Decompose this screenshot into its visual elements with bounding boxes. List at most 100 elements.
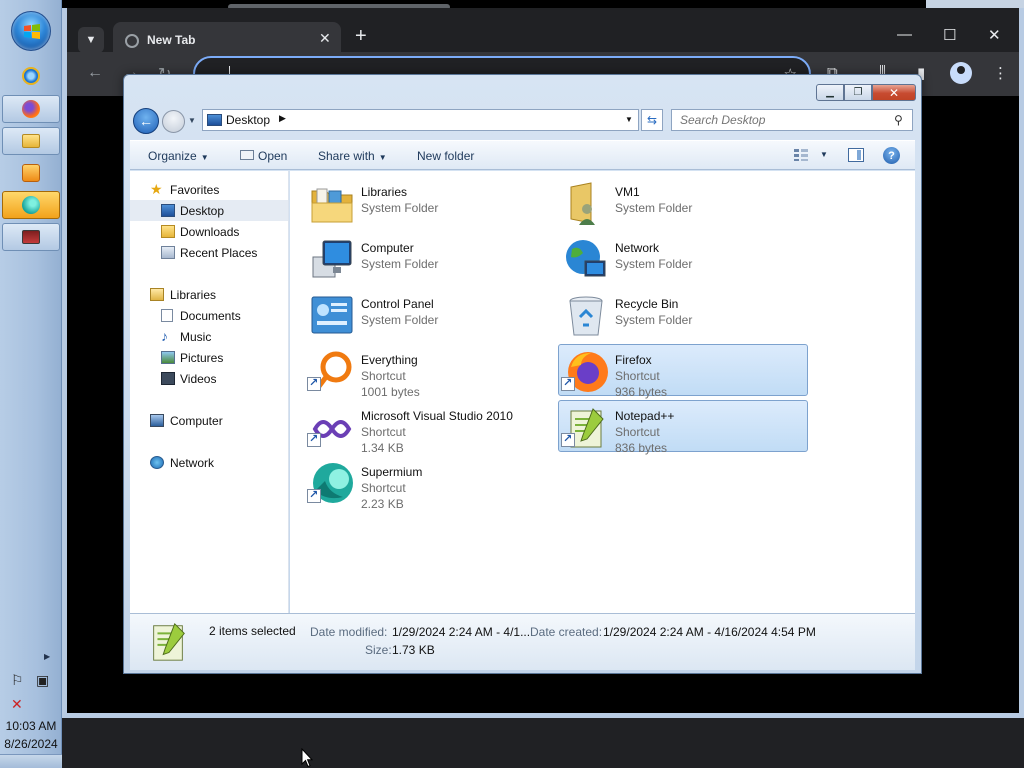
search-desktop-box[interactable]: ⚲: [671, 109, 913, 131]
file-type: System Folder: [361, 313, 439, 327]
open-button[interactable]: Open: [240, 149, 287, 163]
user-folder-icon: [570, 182, 595, 225]
taskbar-firefox[interactable]: [2, 95, 60, 123]
start-button[interactable]: [11, 11, 51, 51]
file-size: 836 bytes: [615, 441, 668, 455]
browser-menu-icon[interactable]: ⋮: [993, 64, 1008, 82]
file-name: Recycle Bin: [615, 297, 679, 311]
file-type: System Folder: [615, 201, 693, 215]
network-tray-icon[interactable]: ▣: [36, 672, 49, 689]
file-name: Everything: [361, 353, 418, 367]
file-item-vm1[interactable]: VM1 System Folder: [558, 176, 808, 228]
recent-places-icon: [161, 246, 175, 259]
explorer-minimize-button[interactable]: ▁: [816, 84, 844, 101]
taskbar-internet-explorer[interactable]: [2, 62, 60, 90]
file-name: Control Panel: [361, 297, 434, 311]
recent-pages-dropdown[interactable]: ▼: [188, 116, 196, 125]
breadcrumb-desktop[interactable]: Desktop: [226, 113, 270, 127]
computer-icon: [312, 240, 352, 278]
file-item-network[interactable]: Network System Folder: [558, 232, 808, 284]
tab-search-button[interactable]: ▼: [78, 27, 104, 53]
file-item-supermium[interactable]: Supermium Shortcut 2.23 KB: [304, 456, 554, 511]
new-tab-button[interactable]: +: [355, 25, 367, 48]
new-folder-button[interactable]: New folder: [417, 149, 474, 163]
file-item-libraries[interactable]: Libraries System Folder: [304, 176, 554, 228]
refresh-icon: ⇆: [646, 113, 658, 127]
profile-avatar-icon[interactable]: [950, 62, 972, 84]
forward-button[interactable]: [162, 110, 185, 133]
nav-favorites[interactable]: ★ Favorites: [130, 179, 288, 200]
clock-time[interactable]: 10:03 AM: [0, 719, 62, 733]
size-value: 1.73 KB: [392, 643, 435, 657]
share-with-button[interactable]: Share with ▼: [318, 149, 387, 163]
pictures-icon: [161, 351, 175, 364]
file-item-firefox[interactable]: Firefox Shortcut 936 bytes: [558, 344, 808, 399]
search-icon[interactable]: ⚲: [894, 113, 903, 127]
taskbar-explorer[interactable]: [2, 127, 60, 155]
file-item-control-panel[interactable]: Control Panel System Folder: [304, 288, 554, 340]
browser-bottom-strip: [62, 718, 1024, 768]
file-item-computer[interactable]: Computer System Folder: [304, 232, 554, 284]
view-options-dropdown[interactable]: ▼: [820, 150, 828, 159]
file-type: Shortcut: [361, 481, 406, 495]
supermium-icon: [22, 196, 40, 214]
nav-downloads[interactable]: Downloads: [130, 221, 288, 242]
nav-documents[interactable]: Documents: [130, 305, 288, 326]
organize-button[interactable]: Organize ▼: [148, 149, 209, 163]
tab-close-button[interactable]: ✕: [319, 30, 331, 47]
show-desktop-button[interactable]: [0, 754, 62, 768]
explorer-caption-buttons: ▁ ❐ ✕: [816, 84, 916, 102]
nav-music[interactable]: ♪ Music: [130, 326, 288, 347]
taskbar-remote-desktop[interactable]: [2, 223, 60, 251]
help-icon[interactable]: ?: [883, 147, 900, 164]
file-type: Shortcut: [361, 425, 406, 439]
action-center-flag-icon[interactable]: ⚐: [11, 672, 24, 689]
desktop-icon: [207, 114, 222, 126]
nav-network[interactable]: Network: [130, 452, 288, 473]
nav-recent-places[interactable]: Recent Places: [130, 242, 288, 263]
volume-muted-icon[interactable]: ✕: [11, 696, 23, 713]
refresh-button[interactable]: ⇆: [641, 109, 663, 131]
clock-date[interactable]: 8/26/2024: [0, 737, 62, 751]
nav-videos[interactable]: Videos: [130, 368, 288, 389]
file-type: System Folder: [361, 257, 439, 271]
show-hidden-icons-icon[interactable]: ▶: [44, 652, 50, 661]
file-size: 1.34 KB: [361, 441, 404, 455]
details-pane: 2 items selected Date modified: 1/29/202…: [130, 613, 915, 670]
breadcrumb-chevron-icon[interactable]: ▶: [279, 113, 286, 124]
file-item-notepad-plus-plus[interactable]: Notepad++ Shortcut 836 bytes: [558, 400, 808, 455]
nav-libraries[interactable]: Libraries: [130, 284, 288, 305]
taskbar-media-player[interactable]: [2, 159, 60, 187]
notepad-plus-plus-icon: [153, 622, 185, 661]
globe-icon: [125, 34, 139, 48]
browser-back-icon[interactable]: ←: [87, 64, 103, 82]
chevron-down-icon: ▼: [85, 34, 97, 46]
change-view-icon[interactable]: [793, 148, 809, 162]
music-icon: ♪: [161, 328, 168, 344]
restore-icon: ❐: [853, 87, 863, 98]
browser-close-button[interactable]: ✕: [988, 26, 1001, 44]
file-item-visual-studio-2010[interactable]: Microsoft Visual Studio 2010 Shortcut 1.…: [304, 400, 554, 455]
explorer-maximize-button[interactable]: ❐: [844, 84, 872, 101]
file-item-everything[interactable]: Everything Shortcut 1001 bytes: [304, 344, 554, 399]
nav-desktop[interactable]: Desktop: [130, 200, 288, 221]
network-icon: [150, 456, 164, 469]
search-input[interactable]: [672, 110, 887, 130]
desktop-icon: [161, 204, 175, 217]
taskbar-supermium[interactable]: [2, 191, 60, 219]
shortcut-overlay-icon: [561, 376, 575, 391]
address-history-dropdown[interactable]: ▼: [625, 115, 633, 124]
file-item-recycle-bin[interactable]: Recycle Bin System Folder: [558, 288, 808, 340]
media-player-icon: [22, 164, 40, 182]
explorer-address-bar[interactable]: Desktop ▶ ▼: [202, 109, 639, 131]
back-button[interactable]: ←: [133, 108, 159, 134]
nav-pictures[interactable]: Pictures: [130, 347, 288, 368]
chevron-down-icon: ▼: [378, 153, 387, 162]
nav-computer[interactable]: Computer: [130, 410, 288, 431]
file-size: 936 bytes: [615, 385, 668, 399]
preview-pane-button[interactable]: [848, 148, 864, 162]
browser-minimize-button[interactable]: —: [897, 26, 912, 43]
browser-maximize-button[interactable]: ☐: [943, 26, 956, 44]
nav-label: Network: [170, 456, 215, 470]
explorer-close-button[interactable]: ✕: [872, 84, 916, 101]
